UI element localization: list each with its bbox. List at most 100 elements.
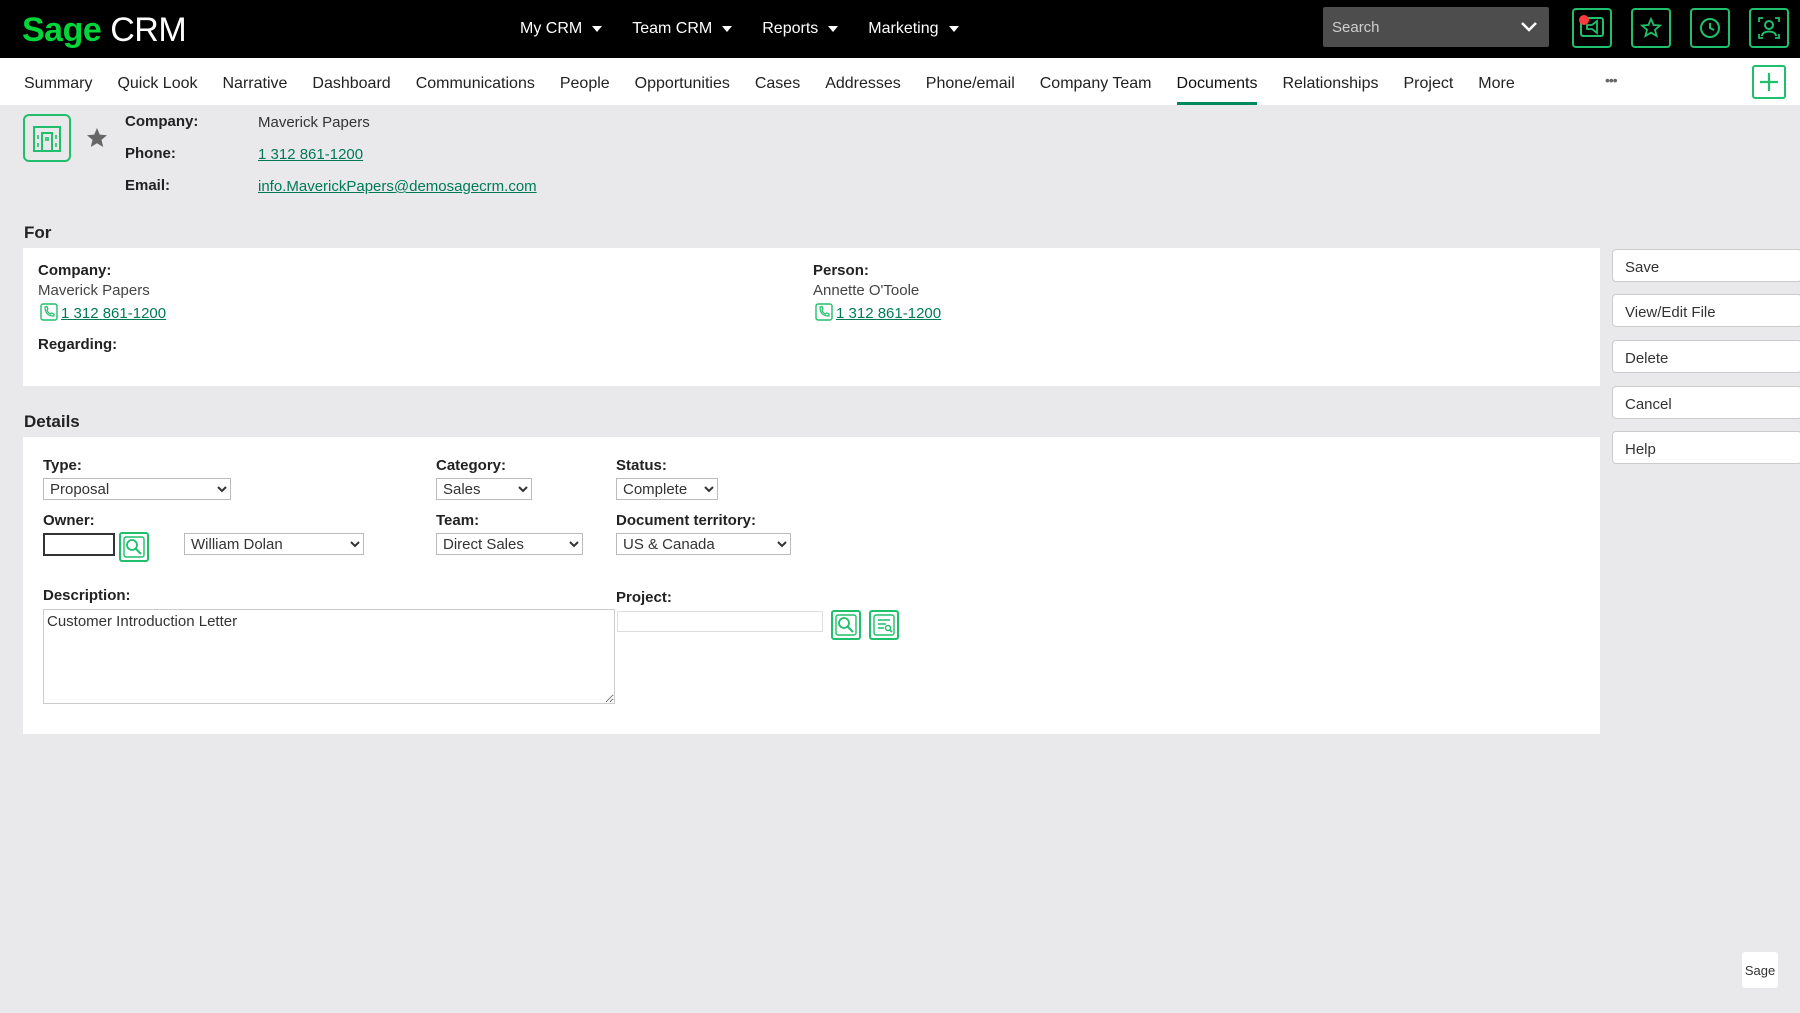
more-dots-icon[interactable]: ••• xyxy=(1605,72,1618,88)
for-section-title: For xyxy=(24,223,52,242)
nav-team-crm[interactable]: Team CRM xyxy=(632,20,733,38)
tab-company-team[interactable]: Company Team xyxy=(1040,58,1152,105)
project-input[interactable] xyxy=(617,611,823,632)
tab-summary[interactable]: Summary xyxy=(24,58,92,105)
logo-crm-text: CRM xyxy=(110,11,187,49)
tab-relationships[interactable]: Relationships xyxy=(1282,58,1378,105)
phone-icon xyxy=(815,303,833,321)
for-person-value: Annette O'Toole xyxy=(813,282,920,299)
category-select[interactable]: Sales xyxy=(436,478,532,500)
plus-icon xyxy=(1760,73,1778,91)
magnifier-icon xyxy=(835,614,857,636)
tab-dashboard[interactable]: Dashboard xyxy=(312,58,390,105)
tab-people[interactable]: People xyxy=(560,58,610,105)
type-label: Type: xyxy=(43,457,82,474)
cancel-button[interactable]: Cancel xyxy=(1612,386,1800,419)
for-company-phone-link[interactable]: 1 312 861-1200 xyxy=(61,305,166,322)
tabs: Summary Quick Look Narrative Dashboard C… xyxy=(24,58,1540,105)
header-phone-label: Phone: xyxy=(125,145,176,162)
footer-sage-logo: Sage xyxy=(1742,952,1778,988)
status-select[interactable]: Complete xyxy=(616,478,718,500)
tab-addresses[interactable]: Addresses xyxy=(825,58,901,105)
favorite-star-icon[interactable] xyxy=(86,127,108,149)
nav-reports-label: Reports xyxy=(762,20,819,37)
tab-phone-email[interactable]: Phone/email xyxy=(926,58,1015,105)
for-company-value: Maverick Papers xyxy=(38,282,150,299)
notifications-button[interactable] xyxy=(1572,8,1612,48)
tab-communications[interactable]: Communications xyxy=(416,58,535,105)
nav-reports[interactable]: Reports xyxy=(762,20,839,38)
for-person-phone[interactable]: 1 312 861-1200 xyxy=(815,303,941,322)
caret-down-icon xyxy=(828,26,839,32)
territory-select[interactable]: US & Canada xyxy=(616,533,791,555)
view-edit-file-button[interactable]: View/Edit File xyxy=(1612,294,1800,327)
magnifier-icon xyxy=(123,536,145,558)
tab-narrative[interactable]: Narrative xyxy=(223,58,288,105)
owner-select[interactable]: William Dolan xyxy=(184,533,364,555)
user-icon xyxy=(1758,17,1780,39)
recent-button[interactable] xyxy=(1690,8,1730,48)
clock-icon xyxy=(1700,18,1720,38)
tab-more[interactable]: More xyxy=(1478,58,1514,105)
owner-search-button[interactable] xyxy=(119,532,149,562)
star-icon xyxy=(1639,16,1663,38)
header-company-label: Company: xyxy=(125,113,199,130)
owner-search-input[interactable] xyxy=(43,533,115,556)
caret-down-icon xyxy=(592,26,603,32)
save-button[interactable]: Save xyxy=(1612,249,1800,282)
add-button[interactable] xyxy=(1752,65,1786,99)
description-textarea[interactable]: Customer Introduction Letter xyxy=(43,609,615,704)
project-label: Project: xyxy=(616,589,672,606)
tab-cases[interactable]: Cases xyxy=(755,58,800,105)
phone-icon xyxy=(40,303,58,321)
nav-my-crm-label: My CRM xyxy=(520,20,583,37)
logo-sage-text: Sage xyxy=(22,11,102,49)
project-search-button[interactable] xyxy=(831,610,861,640)
caret-down-icon xyxy=(722,26,733,32)
nav-marketing[interactable]: Marketing xyxy=(868,20,959,38)
for-panel: Company: Maverick Papers 1 312 861-1200 … xyxy=(23,248,1600,386)
notification-badge xyxy=(1579,15,1589,25)
tab-documents[interactable]: Documents xyxy=(1176,58,1258,105)
search-input[interactable]: Search xyxy=(1323,7,1549,47)
nav-team-crm-label: Team CRM xyxy=(632,20,713,37)
user-profile-button[interactable] xyxy=(1749,8,1789,48)
tab-quick-look[interactable]: Quick Look xyxy=(117,58,197,105)
regarding-label: Regarding: xyxy=(38,336,118,353)
for-company-phone[interactable]: 1 312 861-1200 xyxy=(40,303,166,322)
header-phone-link[interactable]: 1 312 861-1200 xyxy=(258,146,363,163)
top-nav: My CRM Team CRM Reports Marketing xyxy=(520,0,989,58)
for-person-phone-link[interactable]: 1 312 861-1200 xyxy=(836,305,941,322)
building-icon xyxy=(33,126,61,152)
caret-down-icon xyxy=(948,26,959,32)
territory-label: Document territory: xyxy=(616,512,757,529)
search-placeholder: Search xyxy=(1332,19,1380,36)
company-icon xyxy=(23,114,71,162)
for-person-label: Person: xyxy=(813,262,869,279)
help-button[interactable]: Help xyxy=(1612,431,1800,464)
header-email-label: Email: xyxy=(125,177,171,194)
delete-button[interactable]: Delete xyxy=(1612,340,1800,373)
favorites-button[interactable] xyxy=(1631,8,1671,48)
header-company-value: Maverick Papers xyxy=(258,114,370,131)
tab-project[interactable]: Project xyxy=(1404,58,1454,105)
list-search-icon xyxy=(873,614,895,636)
team-select[interactable]: Direct Sales xyxy=(436,533,583,555)
owner-label: Owner: xyxy=(43,512,95,529)
chevron-down-icon[interactable] xyxy=(1519,17,1539,37)
tab-bar: Summary Quick Look Narrative Dashboard C… xyxy=(0,58,1800,105)
type-select[interactable]: Proposal xyxy=(43,478,231,500)
header-email-link[interactable]: info.MaverickPapers@demosagecrm.com xyxy=(258,178,537,195)
for-company-label: Company: xyxy=(38,262,112,279)
project-list-button[interactable] xyxy=(869,610,899,640)
team-label: Team: xyxy=(436,512,480,529)
category-label: Category: xyxy=(436,457,507,474)
top-bar: Sage CRM My CRM Team CRM Reports Marketi… xyxy=(0,0,1800,58)
nav-marketing-label: Marketing xyxy=(868,20,939,37)
status-label: Status: xyxy=(616,457,667,474)
details-section-title: Details xyxy=(24,412,80,431)
tab-opportunities[interactable]: Opportunities xyxy=(635,58,730,105)
nav-my-crm[interactable]: My CRM xyxy=(520,20,603,38)
description-label: Description: xyxy=(43,587,131,604)
sage-crm-logo[interactable]: Sage CRM xyxy=(22,11,187,50)
